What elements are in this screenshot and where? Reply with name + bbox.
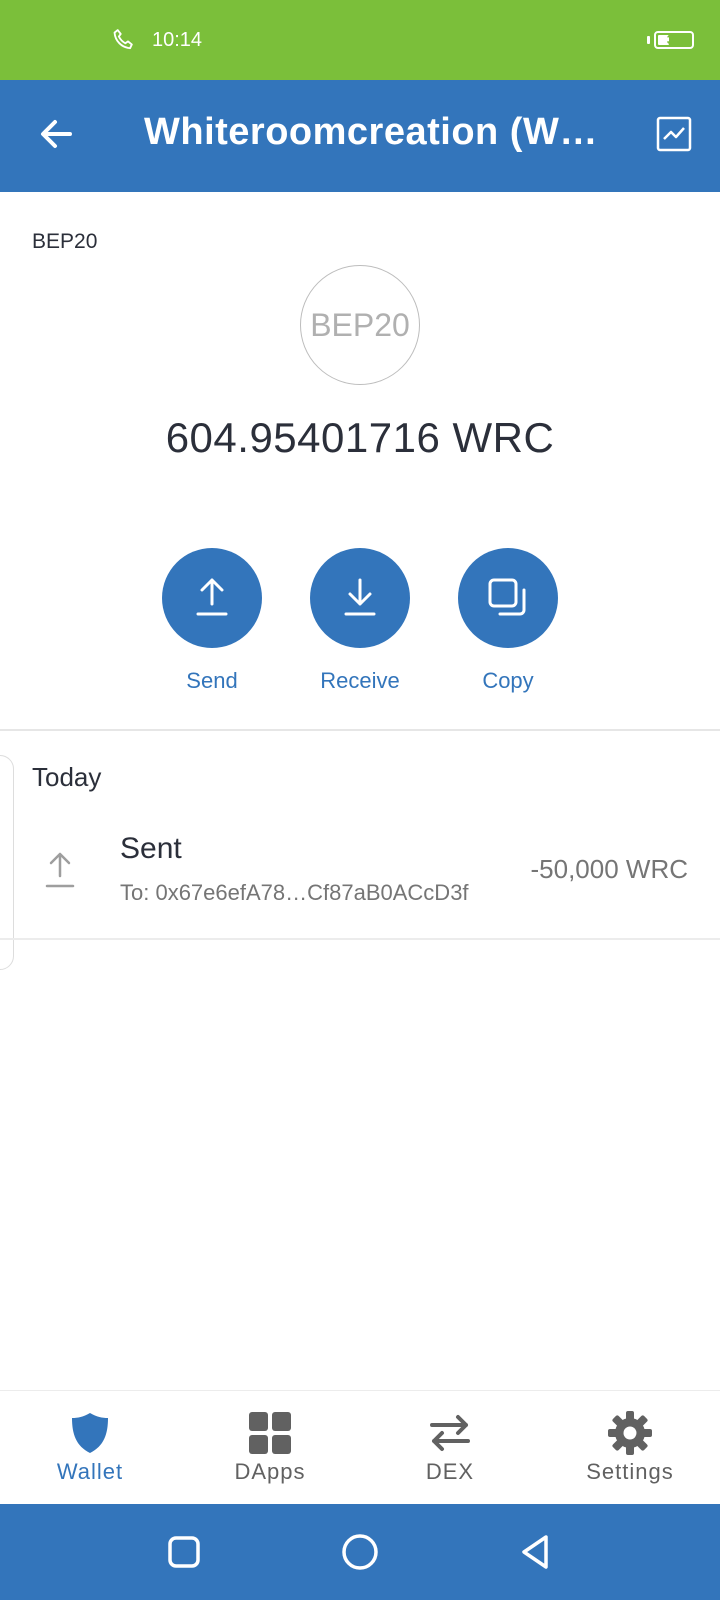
transaction-recipient: To: 0x67e6efA78…Cf87aB0ACcD3f bbox=[120, 880, 469, 905]
shield-icon bbox=[72, 1413, 108, 1453]
status-time: 10:14 bbox=[152, 29, 203, 51]
back-arrow-icon[interactable] bbox=[36, 114, 76, 154]
receive-button[interactable]: Receive bbox=[310, 548, 410, 694]
gear-icon bbox=[608, 1411, 652, 1455]
section-today: Today bbox=[32, 762, 102, 792]
copy-icon bbox=[488, 578, 526, 616]
token-logo: BEP20 bbox=[300, 265, 420, 385]
phone-icon bbox=[113, 29, 133, 50]
nav-dex-label: DEX bbox=[425, 1459, 475, 1484]
grid-icon bbox=[249, 1412, 291, 1454]
nav-dex[interactable]: DEX bbox=[360, 1409, 540, 1485]
nav-settings[interactable]: Settings bbox=[540, 1409, 720, 1485]
sent-arrow-icon bbox=[45, 852, 75, 888]
section-divider bbox=[0, 729, 720, 731]
page-title: Whiteroomcreation (W… bbox=[144, 111, 594, 153]
nav-dapps-label: DApps bbox=[234, 1459, 306, 1484]
token-balance: 604.95401716 WRC bbox=[165, 414, 555, 461]
download-arrow-icon bbox=[344, 578, 376, 616]
recents-square-icon[interactable] bbox=[164, 1532, 204, 1572]
nav-settings-label: Settings bbox=[586, 1459, 674, 1484]
copy-button[interactable]: Copy bbox=[458, 548, 558, 694]
copy-circle[interactable] bbox=[458, 548, 558, 648]
send-label: Send bbox=[186, 668, 238, 693]
network-label: BEP20 bbox=[32, 230, 98, 253]
copy-label: Copy bbox=[482, 668, 534, 693]
transaction-amount: -50,000 WRC bbox=[530, 854, 689, 884]
upload-arrow-icon bbox=[196, 578, 228, 616]
status-bar: 10:14 31 bbox=[0, 0, 720, 80]
back-triangle-icon[interactable] bbox=[516, 1532, 556, 1572]
swap-arrows-icon bbox=[430, 1415, 470, 1451]
battery-percent: 31 bbox=[666, 32, 682, 47]
nav-wallet-label: Wallet bbox=[56, 1459, 124, 1484]
transaction-divider bbox=[0, 938, 720, 940]
home-circle-icon[interactable] bbox=[340, 1532, 380, 1572]
nav-dapps[interactable]: DApps bbox=[180, 1409, 360, 1485]
price-chart-icon[interactable] bbox=[656, 116, 692, 152]
send-circle[interactable] bbox=[162, 548, 262, 648]
send-button[interactable]: Send bbox=[162, 548, 262, 694]
receive-circle[interactable] bbox=[310, 548, 410, 648]
app-bar: Whiteroomcreation (W… bbox=[0, 80, 720, 192]
transaction-type: Sent bbox=[120, 832, 182, 865]
system-nav-bar bbox=[0, 1504, 720, 1600]
bottom-nav: Wallet DApps DEX Settings bbox=[0, 1390, 720, 1504]
battery-nub bbox=[647, 36, 650, 44]
transaction-row[interactable]: Sent To: 0x67e6efA78…Cf87aB0ACcD3f -50,0… bbox=[0, 820, 720, 938]
battery-icon: 31 bbox=[654, 31, 694, 49]
nav-wallet[interactable]: Wallet bbox=[0, 1409, 180, 1485]
receive-label: Receive bbox=[320, 668, 400, 693]
